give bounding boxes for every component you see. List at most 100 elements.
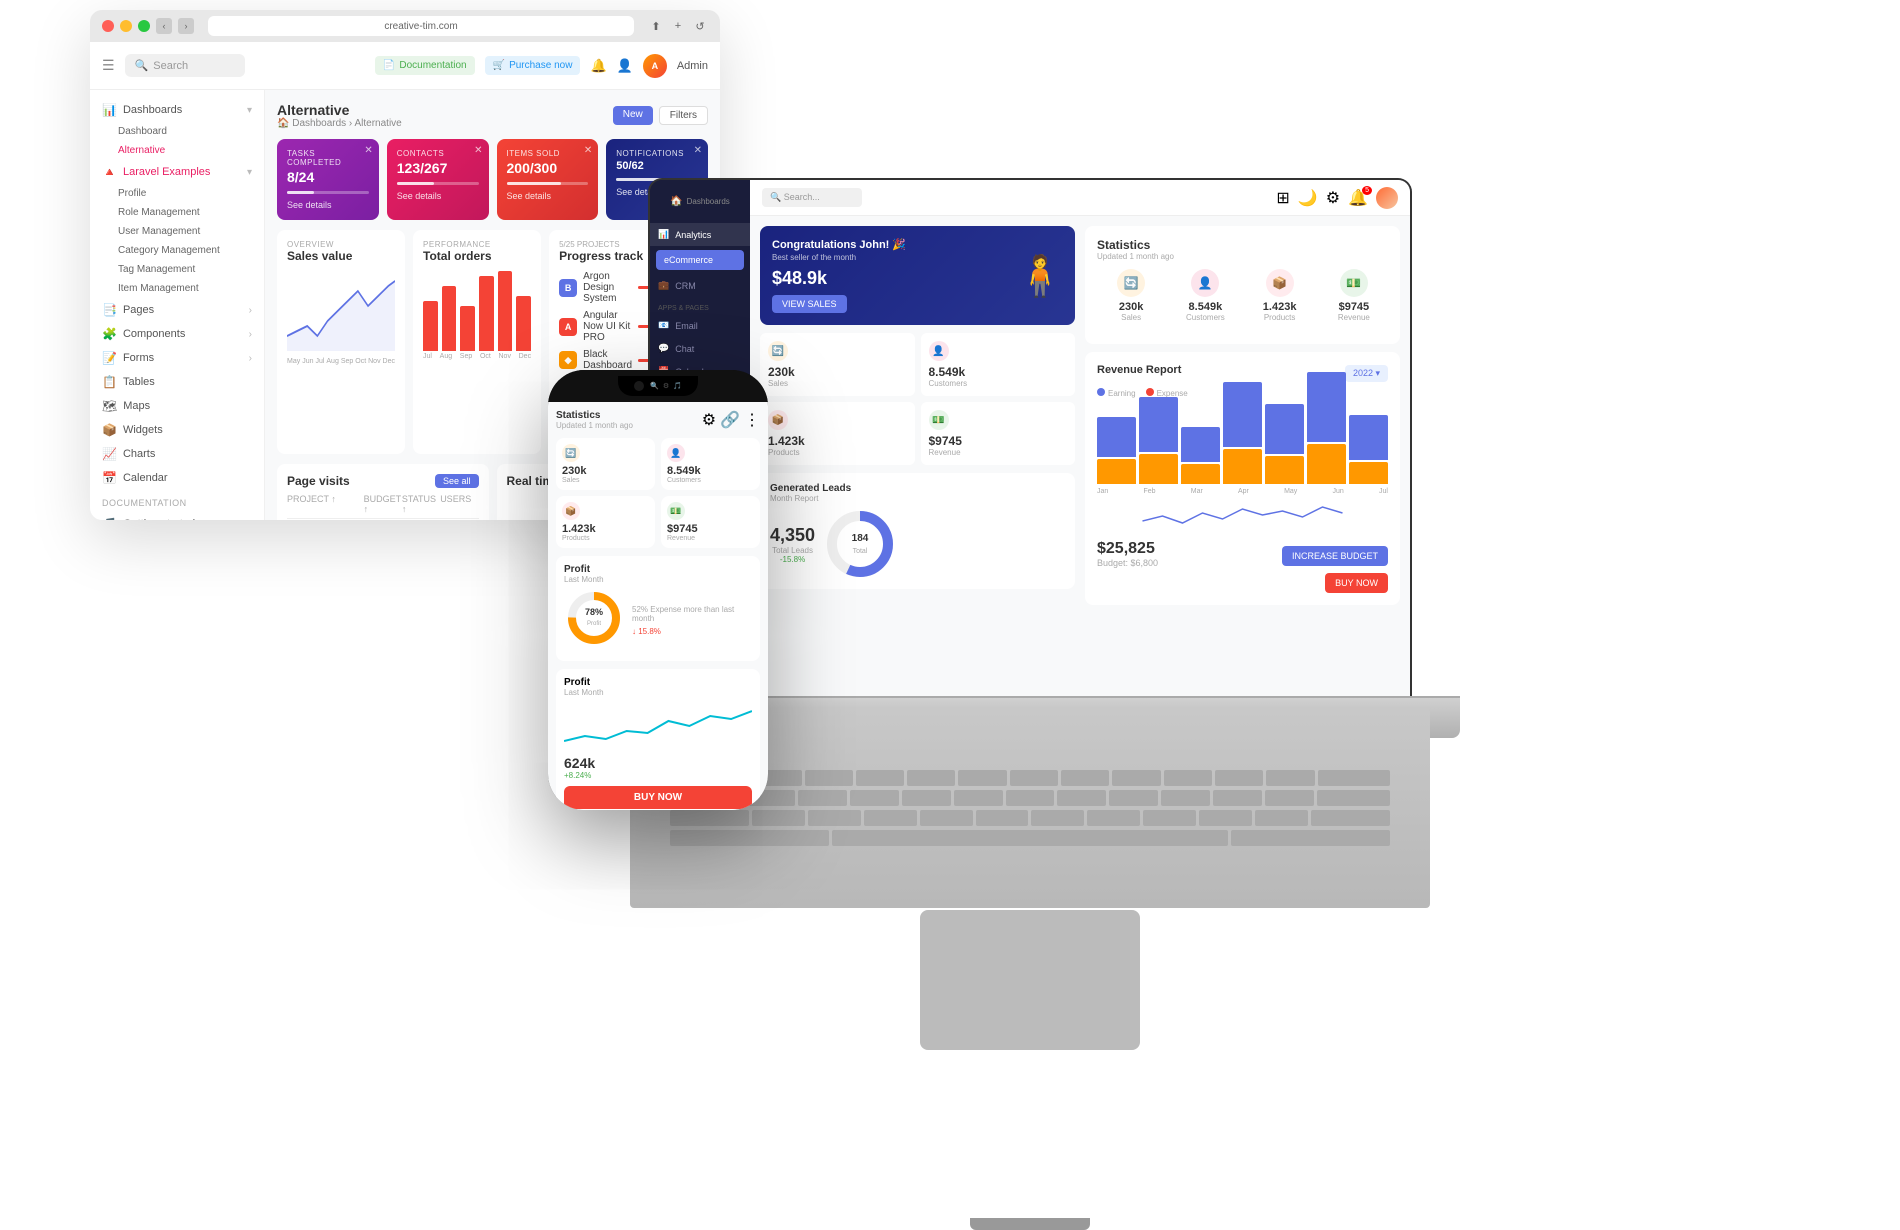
laptop-moon-icon[interactable]: 🌙 [1298,188,1318,208]
table-header: Project ↑ Budget ↑ Status ↑ Users [287,494,479,519]
laptop-search-box[interactable]: 🔍 Search... [762,188,862,207]
laptop-sidebar-chat[interactable]: 💬 Chat [650,337,750,360]
page-title: Alternative [277,102,402,118]
add-tab-icon[interactable]: + [670,18,686,34]
refresh-icon[interactable]: ↺ [692,18,708,34]
laptop-stat-box-products: 📦 1.423k Products [1246,269,1314,322]
forward-icon[interactable]: › [178,18,194,34]
laptop-statistics-sub: Updated 1 month ago [1097,252,1174,261]
filters-button[interactable]: Filters [659,106,708,125]
donut-chart: 184 Total [825,509,895,579]
avatar[interactable]: A [643,54,667,78]
back-icon[interactable]: ‹ [156,18,172,34]
laptop-sidebar-analytics[interactable]: 📊 Analytics [650,223,750,246]
phone-screen: Statistics Updated 1 month ago ⚙ 🔗 ⋮ 🔄 2… [548,402,768,810]
minimize-dot[interactable] [120,20,132,32]
phone-header: Statistics Updated 1 month ago ⚙ 🔗 ⋮ [556,410,760,430]
url-bar[interactable]: creative-tim.com [208,16,634,36]
phone-stat-customers: 👤 8.549k Customers [661,438,760,490]
laptop-main: 🔍 Search... ⊞ 🌙 ⚙ 🔔5 [750,180,1410,700]
sidebar-item-user[interactable]: User Management [90,222,264,241]
sidebar-item-widgets[interactable]: 📦 Widgets [90,418,264,442]
stat-card-contacts: ✕ Contacts 123/267 See details [387,139,489,220]
settings-icon[interactable]: 👤 [617,58,633,74]
laptop-stats-row: 🔄 230k Sales 👤 8.549k Customers [1097,269,1388,322]
search-icon: 🔍 [135,59,149,72]
sidebar-item-maps[interactable]: 🗺 Maps [90,394,264,418]
items-link[interactable]: See details [507,191,589,201]
sidebar-item-components[interactable]: 🧩 Components › [90,322,264,346]
notification-icon[interactable]: 🔔 [590,58,606,74]
phone-more-icon[interactable]: ⋮ [744,410,760,430]
laptop-stat-box-revenue: 💵 $9745 Revenue [1320,269,1388,322]
col-budget: Budget ↑ [364,494,402,514]
sidebar-item-tables[interactable]: 📋 Tables [90,370,264,394]
laptop-settings-icon[interactable]: ⚙ [1326,188,1340,208]
laptop-trackpad[interactable] [920,910,1140,1050]
laptop-notification-icon[interactable]: 🔔5 [1348,188,1368,208]
increase-budget-button[interactable]: INCREASE BUDGET [1282,546,1388,566]
see-all-button[interactable]: See all [435,474,479,488]
sales-chart-card: Overview Sales value MayJunJulAugSepOctN… [277,230,405,454]
laptop-stats-grid: 🔄 230k Sales 👤 8.549k Customers 📦 [760,333,1075,465]
laptop-sidebar-ecommerce[interactable]: eCommerce [656,250,744,270]
hamburger-icon[interactable]: ☰ [102,57,115,74]
sidebar-item-calendar[interactable]: 📅 Calendar [90,466,264,490]
documentation-button[interactable]: 📄 Documentation [375,56,475,75]
laptop-sidebar-crm[interactable]: 💼 CRM [650,274,750,297]
page-visits-card: Page visits See all Project ↑ Budget ↑ S… [277,464,489,520]
sidebar-item-role[interactable]: Role Management [90,203,264,222]
laptop-generated-sub: Month Report [770,494,1065,503]
maps-icon: 🗺 [102,399,117,413]
buy-now-button[interactable]: BUY NOW [1325,573,1388,593]
new-button[interactable]: New [613,106,653,125]
phone-share-icon[interactable]: 🔗 [720,410,740,430]
purchase-button[interactable]: 🛒 Purchase now [485,56,581,75]
search-box[interactable]: 🔍 Search [125,54,245,77]
phone-buy-button[interactable]: BUY NOW [564,786,752,809]
sidebar-item-tag[interactable]: Tag Management [90,260,264,279]
year-select[interactable]: 2022 ▾ [1345,365,1388,382]
phone-settings-icon[interactable]: ⚙ [702,410,716,430]
share-icon[interactable]: ⬆ [648,18,664,34]
sidebar-item-item[interactable]: Item Management [90,279,264,298]
sales-stat-label: Sales [768,379,907,388]
app-header: ☰ 🔍 Search 📄 Documentation 🛒 Purchase no… [90,42,720,90]
revenue-line-chart [1097,501,1388,531]
phone-revenue-val: $9745 [667,523,754,535]
sidebar-item-forms[interactable]: 📝 Forms › [90,346,264,370]
tasks-link[interactable]: See details [287,200,369,210]
laptop-avatar[interactable] [1376,187,1398,209]
laptop-grid-icon[interactable]: ⊞ [1276,188,1289,208]
customers-stat-icon: 👤 [929,341,949,361]
sidebar-item-charts[interactable]: 📈 Charts [90,442,264,466]
laptop-view-sales-button[interactable]: VIEW SALES [772,295,847,313]
laptop-notch [970,1218,1090,1230]
close-dot[interactable] [102,20,114,32]
phone-revenue-label: Revenue [667,535,754,542]
page-title-bar: Alternative 🏠 Dashboards › Alternative N… [277,102,708,129]
contacts-link[interactable]: See details [397,191,479,201]
sidebar-item-category[interactable]: Category Management [90,241,264,260]
maximize-dot[interactable] [138,20,150,32]
sidebar-section-dashboards[interactable]: 📊 Dashboards ▾ [90,98,264,122]
laptop-generated-title: Generated Leads [770,483,1065,494]
contacts-value: 123/267 [397,160,479,176]
sidebar-item-getting-started[interactable]: 🎵 Getting started [90,512,264,520]
phone-content: Statistics Updated 1 month ago ⚙ 🔗 ⋮ 🔄 2… [548,402,768,810]
sidebar-item-profile[interactable]: Profile [90,184,264,203]
sidebar-item-pages[interactable]: 📑 Pages › [90,298,264,322]
expand-icon: ▾ [247,105,252,116]
laptop-stat-customers: 👤 8.549k Customers [921,333,1076,396]
phone-profit-val: 624k [564,755,752,771]
laptop-sidebar-email[interactable]: 📧 Email [650,314,750,337]
sidebar-item-alternative[interactable]: Alternative [90,141,264,160]
sidebar-section-laravel[interactable]: 🔺 Laravel Examples ▾ [90,160,264,184]
contacts-label: Contacts [397,149,479,158]
orders-title: Total orders [423,249,531,263]
laptop-stat-revenue: 💵 $9745 Revenue [921,402,1076,465]
donut-big-num: 4,350 [770,525,815,546]
angular-icon: A [559,318,577,336]
sidebar-item-dashboard[interactable]: Dashboard [90,122,264,141]
laptop-stat-box-customers: 👤 8.549k Customers [1171,269,1239,322]
